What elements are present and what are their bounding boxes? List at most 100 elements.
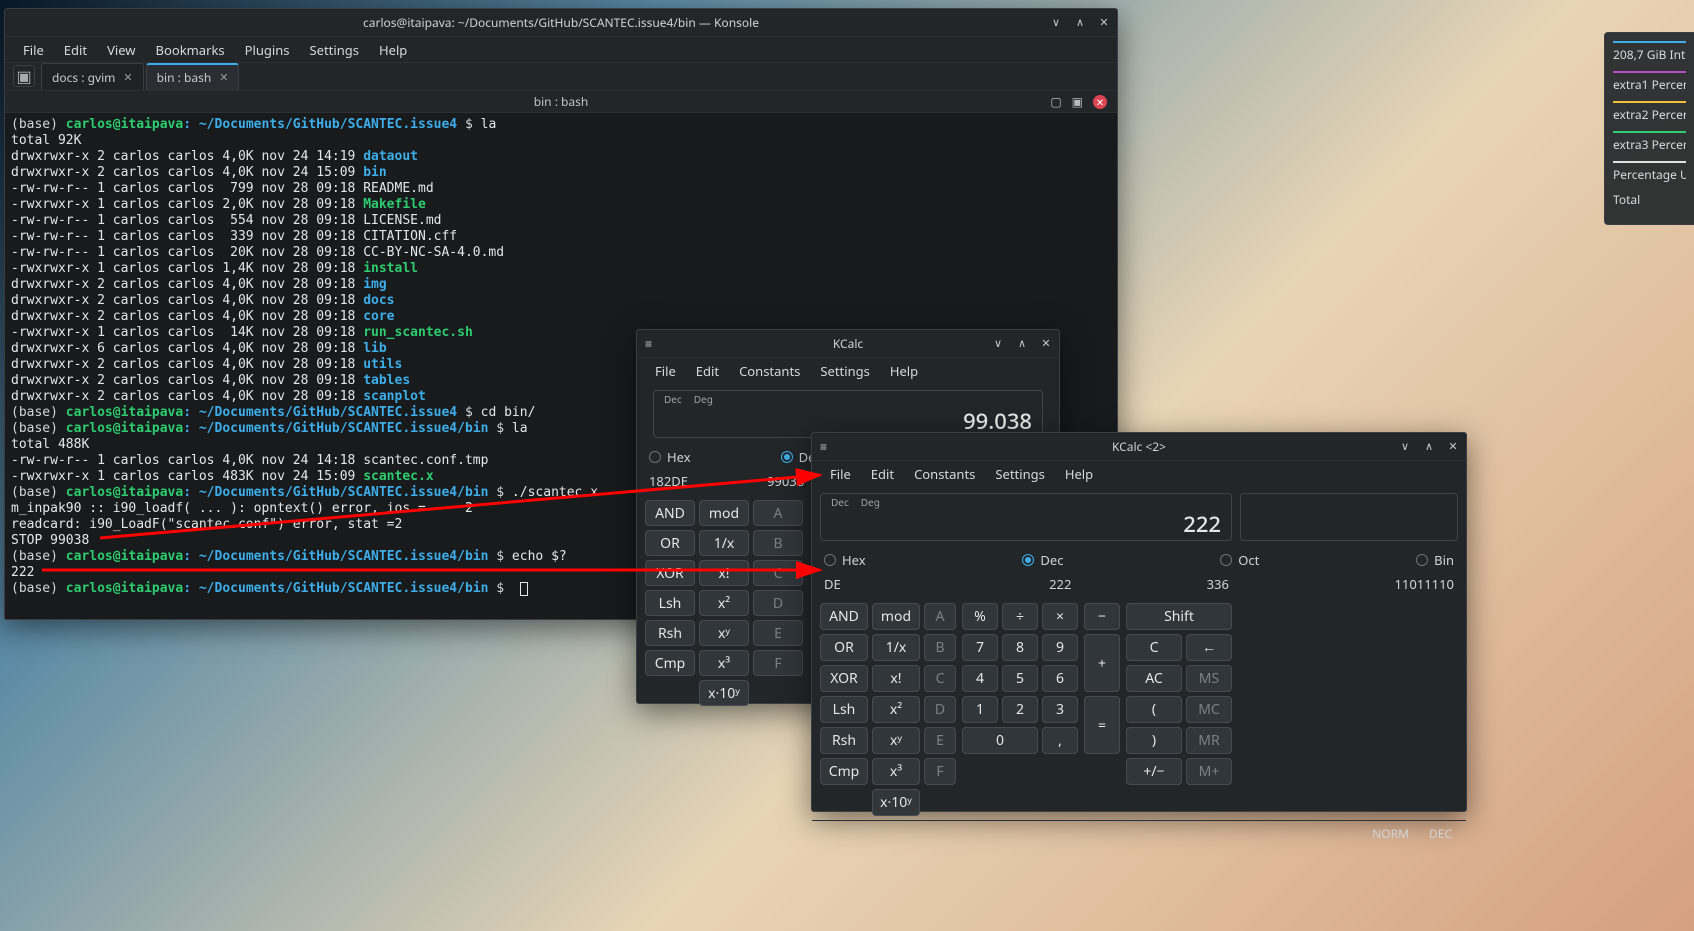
kcalc2-titlebar[interactable]: ≡ KCalc <2> ∨ ∧ ✕ — [812, 433, 1466, 461]
split-right-icon[interactable]: ▢ — [1050, 93, 1061, 110]
key-1[interactable]: 1 — [962, 696, 998, 723]
new-tab-button[interactable]: ▣ — [13, 65, 35, 87]
key-rsh[interactable]: Rsh — [820, 727, 868, 754]
key-b[interactable]: B — [924, 634, 956, 661]
menu-edit[interactable]: Edit — [688, 360, 727, 382]
tab[interactable]: docs : gvim✕ — [41, 63, 144, 90]
key-x10[interactable]: x·10ʸ — [872, 789, 920, 816]
key-x[interactable]: xʸ — [872, 727, 920, 754]
maximize-icon[interactable]: ∧ — [1015, 337, 1029, 351]
menu-settings[interactable]: Settings — [302, 39, 367, 61]
maximize-icon[interactable]: ∧ — [1073, 16, 1087, 30]
key-[interactable]: ( — [1126, 696, 1182, 723]
key-1x[interactable]: 1/x — [872, 634, 920, 661]
key-ac[interactable]: AC — [1126, 665, 1182, 692]
key-and[interactable]: AND — [645, 500, 695, 526]
key-e[interactable]: E — [753, 620, 803, 646]
close-icon[interactable]: ✕ — [1097, 16, 1111, 30]
key-[interactable]: × — [1042, 603, 1078, 630]
key-x10[interactable]: x·10ʸ — [699, 680, 749, 706]
key-c[interactable]: C — [924, 665, 956, 692]
key-equals[interactable]: = — [1084, 696, 1120, 754]
minimize-icon[interactable]: ∨ — [1398, 440, 1412, 454]
key-and[interactable]: AND — [820, 603, 868, 630]
minimize-icon[interactable]: ∨ — [1049, 16, 1063, 30]
base-radio-bin[interactable]: Bin — [1416, 551, 1454, 569]
key-[interactable]: ÷ — [1002, 603, 1038, 630]
key-mc[interactable]: MC — [1186, 696, 1232, 723]
key-shift[interactable]: Shift — [1126, 603, 1232, 630]
key-plus[interactable]: + — [1084, 634, 1120, 692]
key-mod[interactable]: mod — [872, 603, 920, 630]
konsole-titlebar[interactable]: carlos@itaipava: ~/Documents/GitHub/SCAN… — [5, 9, 1117, 37]
key-m[interactable]: M+ — [1186, 758, 1232, 785]
menu-settings[interactable]: Settings — [812, 360, 877, 382]
menu-file[interactable]: File — [15, 39, 52, 61]
key-c[interactable]: C — [1126, 634, 1182, 661]
key-c[interactable]: C — [753, 560, 803, 586]
key-mr[interactable]: MR — [1186, 727, 1232, 754]
key-xor[interactable]: XOR — [820, 665, 868, 692]
key-x[interactable]: xʸ — [699, 620, 749, 646]
kcalc1-titlebar[interactable]: ≡ KCalc ∨ ∧ ✕ — [637, 330, 1059, 358]
key-f[interactable]: F — [924, 758, 956, 785]
key-5[interactable]: 5 — [1002, 665, 1038, 692]
menu-edit[interactable]: Edit — [863, 463, 902, 485]
key-f[interactable]: F — [753, 650, 803, 676]
key-cmp[interactable]: Cmp — [820, 758, 868, 785]
key-rsh[interactable]: Rsh — [645, 620, 695, 646]
key-x[interactable]: x! — [699, 560, 749, 586]
key-ms[interactable]: MS — [1186, 665, 1232, 692]
key-or[interactable]: OR — [820, 634, 868, 661]
maximize-icon[interactable]: ∧ — [1422, 440, 1436, 454]
menu-constants[interactable]: Constants — [906, 463, 983, 485]
key-minus[interactable]: − — [1084, 603, 1120, 630]
menu-plugins[interactable]: Plugins — [237, 39, 298, 61]
key-0[interactable]: 0 — [962, 727, 1038, 754]
close-terminal-icon[interactable]: ✕ — [1093, 95, 1107, 109]
key-b[interactable]: B — [753, 530, 803, 556]
key-2[interactable]: 2 — [1002, 696, 1038, 723]
key-3[interactable]: 3 — [1042, 696, 1078, 723]
key-x[interactable]: x! — [872, 665, 920, 692]
base-radio-dec[interactable]: Dec — [1022, 551, 1063, 569]
close-icon[interactable]: ✕ — [1446, 440, 1460, 454]
menu-help[interactable]: Help — [1057, 463, 1101, 485]
key-e[interactable]: E — [924, 727, 956, 754]
base-radio-hex[interactable]: Hex — [824, 551, 866, 569]
menu-bookmarks[interactable]: Bookmarks — [148, 39, 233, 61]
menu-help[interactable]: Help — [371, 39, 415, 61]
split-down-icon[interactable]: ▣ — [1072, 93, 1083, 110]
key-xor[interactable]: XOR — [645, 560, 695, 586]
hamburger-icon[interactable]: ≡ — [645, 335, 652, 352]
close-tab-icon[interactable]: ✕ — [123, 70, 132, 85]
tab[interactable]: bin : bash✕ — [146, 63, 240, 90]
key-d[interactable]: D — [924, 696, 956, 723]
key-9[interactable]: 9 — [1042, 634, 1078, 661]
base-radio-hex[interactable]: Hex — [649, 448, 691, 466]
key-a[interactable]: A — [924, 603, 956, 630]
key-8[interactable]: 8 — [1002, 634, 1038, 661]
key-4[interactable]: 4 — [962, 665, 998, 692]
key-6[interactable]: 6 — [1042, 665, 1078, 692]
menu-file[interactable]: File — [822, 463, 859, 485]
key-d[interactable]: D — [753, 590, 803, 616]
key-or[interactable]: OR — [645, 530, 695, 556]
key-7[interactable]: 7 — [962, 634, 998, 661]
key-[interactable]: % — [962, 603, 998, 630]
base-radio-oct[interactable]: Oct — [1220, 551, 1259, 569]
key-mod[interactable]: mod — [699, 500, 749, 526]
key-x[interactable]: x² — [699, 590, 749, 616]
key-[interactable]: +/− — [1126, 758, 1182, 785]
menu-help[interactable]: Help — [882, 360, 926, 382]
key-x[interactable]: x³ — [699, 650, 749, 676]
key-lsh[interactable]: Lsh — [820, 696, 868, 723]
key-x[interactable]: x³ — [872, 758, 920, 785]
menu-file[interactable]: File — [647, 360, 684, 382]
menu-constants[interactable]: Constants — [731, 360, 808, 382]
key-1x[interactable]: 1/x — [699, 530, 749, 556]
key-lsh[interactable]: Lsh — [645, 590, 695, 616]
menu-settings[interactable]: Settings — [987, 463, 1052, 485]
close-tab-icon[interactable]: ✕ — [219, 70, 228, 85]
menu-view[interactable]: View — [99, 39, 143, 61]
